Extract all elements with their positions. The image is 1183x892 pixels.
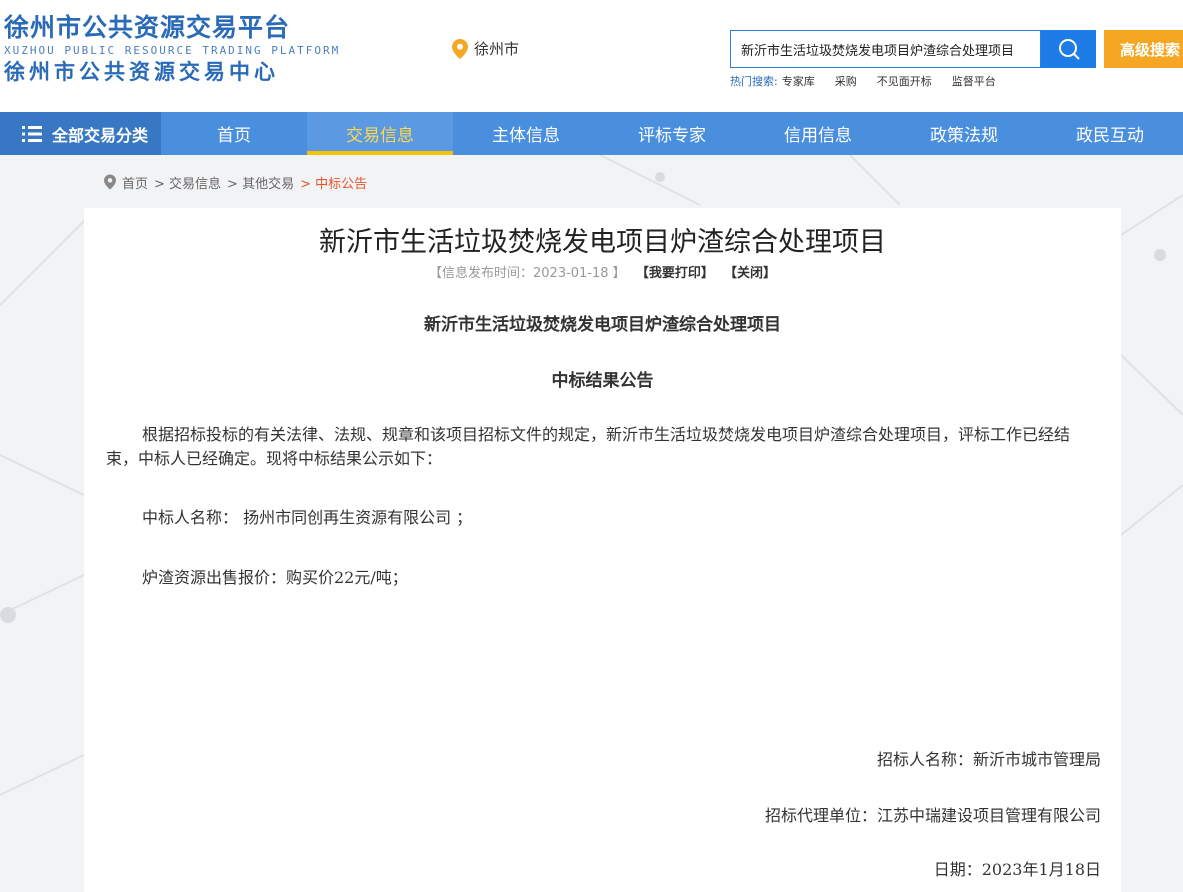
hot-search-bar: 热门搜索: 专家库 采购 不见面开标 监督平台 [730,73,1016,89]
winner-line: 中标人名称： 扬州市同创再生资源有限公司 ； [142,508,473,527]
logo-title: 徐州市公共资源交易平台 [4,13,291,42]
hot-search-item[interactable]: 采购 [835,73,857,89]
document-heading: 新沂市生活垃圾焚烧发电项目炉渣综合处理项目 [424,315,781,335]
menu-icon [22,125,42,142]
advanced-search-button[interactable]: 高级搜索 [1104,30,1183,68]
search-box [730,30,1041,68]
nav-item-experts[interactable]: 评标专家 [599,112,745,155]
location-pin-icon [104,174,116,190]
date-line: 日期：2023年1月18日 [933,860,1101,879]
location-label: 徐州市 [474,40,520,58]
all-categories-button[interactable]: 全部交易分类 [0,112,161,155]
nav-item-trading-info[interactable]: 交易信息 [307,112,453,155]
breadcrumb-other-trading[interactable]: > 其他交易 [227,173,294,192]
search-button[interactable] [1041,30,1096,68]
breadcrumb-trading-info[interactable]: > 交易信息 [154,173,221,192]
document-subheading: 中标结果公告 [551,371,654,391]
publish-date: 【信息发布时间：2023-01-18 】 [429,266,626,281]
article-meta: 【信息发布时间：2023-01-18 】 【我要打印】 【关闭】 [84,262,1121,281]
nav-item-interaction[interactable]: 政民互动 [1037,112,1183,155]
logo-subtitle: 徐州市公共资源交易中心 [4,60,279,84]
location-selector[interactable]: 徐州市 [452,38,519,59]
print-button[interactable]: 【我要打印】 [636,266,714,281]
location-pin-icon [452,38,468,59]
breadcrumb-home[interactable]: 首页 [122,173,148,192]
search-input[interactable] [741,41,1040,57]
article-card: 新沂市生活垃圾焚烧发电项目炉渣综合处理项目 【信息发布时间：2023-01-18… [84,208,1121,892]
hot-search-label: 热门搜索: [730,75,778,88]
nav-item-entity-info[interactable]: 主体信息 [453,112,599,155]
nav-item-policies[interactable]: 政策法规 [891,112,1037,155]
hot-search-item[interactable]: 监督平台 [952,73,996,89]
main-nav: 全部交易分类 首页 交易信息 主体信息 评标专家 信用信息 政策法规 政民互动 [0,112,1183,155]
breadcrumb-current[interactable]: > 中标公告 [300,173,367,192]
agency-line: 招标代理单位：江苏中瑞建设项目管理有限公司 [764,806,1101,825]
breadcrumb: 首页 > 交易信息 > 其他交易 > 中标公告 [104,172,367,192]
hot-search-item[interactable]: 专家库 [782,73,815,89]
site-header: 徐州市公共资源交易平台 XUZHOU PUBLIC RESOURCE TRADI… [0,0,1183,112]
close-button[interactable]: 【关闭】 [724,266,776,281]
hot-search-item[interactable]: 不见面开标 [877,73,932,89]
price-line: 炉渣资源出售报价：购买价22元/吨； [142,568,408,587]
nav-items: 首页 交易信息 主体信息 评标专家 信用信息 政策法规 政民互动 [161,112,1183,155]
logo-english-name: XUZHOU PUBLIC RESOURCE TRADING PLATFORM [4,44,341,57]
search-icon [1058,39,1080,60]
site-logo[interactable]: 徐州市公共资源交易平台 XUZHOU PUBLIC RESOURCE TRADI… [4,12,341,86]
all-categories-label: 全部交易分类 [52,125,149,145]
article-title: 新沂市生活垃圾焚烧发电项目炉渣综合处理项目 [319,227,886,258]
tenderer-line: 招标人名称：新沂市城市管理局 [876,750,1101,769]
document-paragraph: 根据招标投标的有关法律、法规、规章和该项目招标文件的规定，新沂市生活垃圾焚烧发电… [106,425,1071,468]
nav-item-credit-info[interactable]: 信用信息 [745,112,891,155]
nav-item-home[interactable]: 首页 [161,112,307,155]
